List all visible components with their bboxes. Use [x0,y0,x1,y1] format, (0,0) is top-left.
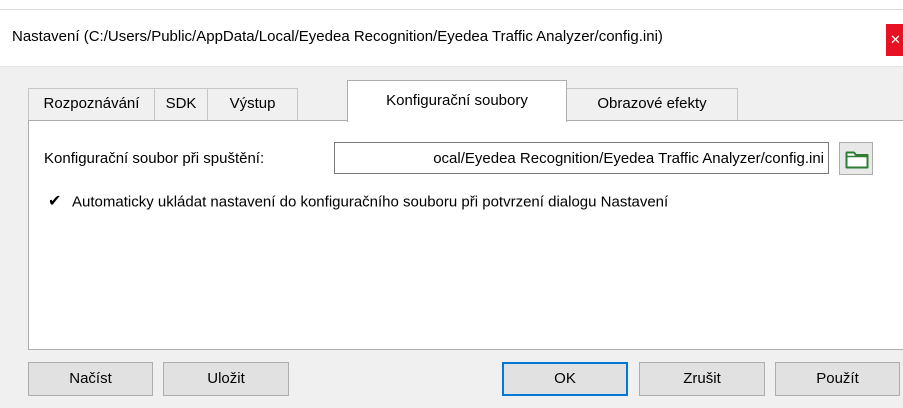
save-button[interactable]: Uložit [163,362,289,396]
title-bar-divider [0,9,903,10]
tab-output[interactable]: Výstup [207,88,298,120]
config-files-panel: Konfigurační soubor při spuštění: ✔ Autom… [28,120,903,350]
autosave-option[interactable]: ✔ Automaticky ukládat nastavení do konfig… [48,193,668,211]
startup-config-label: Konfigurační soubor při spuštění: [44,150,265,167]
cancel-button[interactable]: Zrušit [639,362,765,396]
load-button[interactable]: Načíst [28,362,153,396]
tab-recognition[interactable]: Rozpoznávání [28,88,155,120]
folder-icon [845,151,869,169]
tab-image-effects[interactable]: Obrazové efekty [566,88,738,120]
apply-button[interactable]: Použít [775,362,900,396]
close-button[interactable]: ✕ [886,24,903,56]
tab-sdk[interactable]: SDK [154,88,208,120]
browse-folder-button[interactable] [839,142,873,175]
settings-dialog: Nastavení (C:/Users/Public/AppData/Local… [0,0,903,408]
close-icon: ✕ [890,32,901,47]
window-title: Nastavení (C:/Users/Public/AppData/Local… [12,28,663,45]
tab-config-files[interactable]: Konfigurační soubory [347,80,567,122]
autosave-checkbox[interactable]: ✔ [48,194,62,210]
autosave-label: Automaticky ukládat nastavení do konfigu… [72,193,669,211]
startup-config-path-input[interactable] [334,142,829,174]
ok-button[interactable]: OK [502,362,628,396]
title-bar: Nastavení (C:/Users/Public/AppData/Local… [0,0,903,67]
